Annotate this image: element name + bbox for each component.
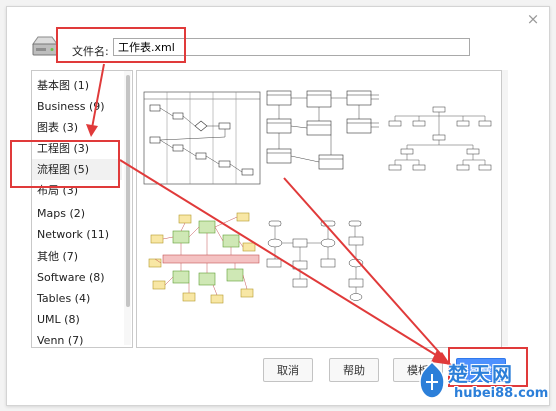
template-thumb-process-flowchart[interactable] — [263, 219, 381, 303]
template-thumb-color-flowchart[interactable] — [143, 207, 263, 309]
category-item-maps[interactable]: Maps (2) — [32, 203, 122, 224]
create-button[interactable]: 创建 — [456, 358, 506, 382]
template-button[interactable]: 模板 — [393, 358, 443, 382]
category-item-charts[interactable]: 图表 (3) — [32, 117, 122, 138]
template-thumb-data-flow-diagram[interactable] — [263, 89, 381, 187]
category-item-other[interactable]: 其他 (7) — [32, 246, 122, 267]
help-button[interactable]: 帮助 — [329, 358, 379, 382]
cancel-button[interactable]: 取消 — [263, 358, 313, 382]
category-item-network[interactable]: Network (11) — [32, 224, 122, 245]
category-item-uml[interactable]: UML (8) — [32, 309, 122, 330]
category-item-layout[interactable]: 布局 (3) — [32, 180, 122, 201]
category-item-engineering[interactable]: 工程图 (3) — [32, 138, 122, 159]
category-item-basic[interactable]: 基本图 (1) — [32, 75, 122, 96]
category-item-venn[interactable]: Venn (7) — [32, 330, 122, 347]
close-icon[interactable]: × — [526, 12, 540, 27]
category-item-flowchart[interactable]: 流程图 (5) — [32, 159, 122, 180]
category-item-business[interactable]: Business (9) — [32, 96, 122, 117]
template-gallery — [136, 70, 502, 348]
template-thumb-cross-functional-flowchart[interactable] — [143, 91, 261, 186]
category-scroll-thumb[interactable] — [126, 75, 130, 307]
gallery-scroll-track[interactable] — [502, 70, 508, 346]
category-list: 基本图 (1) Business (9) 图表 (3) 工程图 (3) 流程图 … — [31, 70, 133, 348]
filename-input[interactable] — [113, 38, 470, 56]
category-item-software[interactable]: Software (8) — [32, 267, 122, 288]
template-thumb-decision-tree[interactable] — [383, 105, 497, 181]
drive-icon — [32, 36, 58, 56]
category-item-tables[interactable]: Tables (4) — [32, 288, 122, 309]
filename-label: 文件名: — [72, 45, 109, 58]
